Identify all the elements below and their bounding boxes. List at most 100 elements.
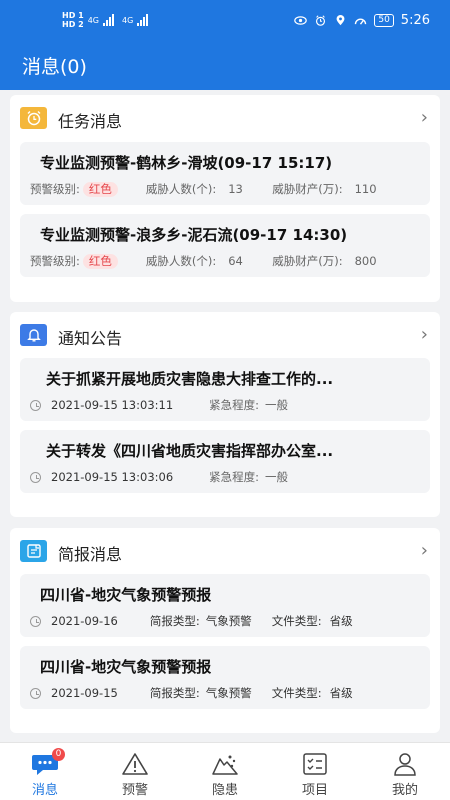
- speed-icon: [355, 18, 367, 25]
- notice-time: 2021-09-15 13:03:11: [51, 398, 174, 412]
- status-bar-left: HD 1 HD 2 4G 4G: [62, 11, 149, 29]
- chevron-right-icon[interactable]: ›: [421, 540, 428, 561]
- task-section-header[interactable]: 任务消息 ›: [10, 95, 440, 141]
- location-icon: [336, 15, 345, 26]
- network-label-1: 4G: [87, 15, 99, 25]
- task-item-title: 专业监测预警-鹤林乡-滑坡(09-17 15:17): [40, 154, 333, 172]
- notice-item-title: 关于转发《四川省地质灾害指挥部办公室...: [46, 442, 334, 460]
- tab-hazard[interactable]: 隐患: [180, 743, 270, 800]
- chevron-right-icon[interactable]: ›: [421, 324, 428, 345]
- urgency-label: 紧急程度:: [209, 470, 260, 484]
- notice-section-title: 通知公告: [58, 329, 123, 348]
- tab-label: 预警: [121, 783, 148, 798]
- brief-item-meta: 2021-09-15 简报类型: 气象预警 文件类型: 省级: [30, 685, 353, 701]
- signal-icon: [137, 14, 149, 26]
- alarm-clock-icon: [20, 107, 47, 129]
- brief-item-title: 四川省-地灾气象预警预报: [40, 586, 212, 604]
- threat-property-value: 110: [354, 182, 377, 196]
- notice-item[interactable]: 关于转发《四川省地质灾害指挥部办公室... 2021-09-15 13:03:0…: [20, 430, 430, 493]
- warning-level-label: 预警级别:: [30, 182, 80, 196]
- bell-icon: [20, 324, 47, 346]
- brief-card: 简报消息 › 四川省-地灾气象预警预报 2021-09-16 简报类型: 气象预…: [10, 528, 440, 733]
- tab-label: 项目: [301, 783, 328, 798]
- file-type-label: 文件类型:: [271, 614, 322, 628]
- file-type-value: 省级: [329, 614, 353, 628]
- report-icon: [20, 540, 47, 562]
- chevron-right-icon[interactable]: ›: [421, 107, 428, 128]
- task-item[interactable]: 专业监测预警-浪多乡-泥石流(09-17 14:30) 预警级别: 红色 威胁人…: [20, 214, 430, 277]
- brief-item[interactable]: 四川省-地灾气象预警预报 2021-09-15 简报类型: 气象预警 文件类型:…: [20, 646, 430, 709]
- clock-icon: [30, 471, 41, 483]
- urgency-value: 一般: [265, 398, 289, 412]
- file-type-label: 文件类型:: [271, 686, 322, 700]
- signal-icon: [102, 14, 114, 26]
- threat-property-label: 威胁财产(万):: [272, 254, 343, 268]
- brief-item[interactable]: 四川省-地灾气象预警预报 2021-09-16 简报类型: 气象预警 文件类型:…: [20, 574, 430, 637]
- bottom-tab-bar: 0 消息 预警 隐患 项目 我的: [0, 742, 450, 800]
- urgency-label: 紧急程度:: [209, 398, 260, 412]
- brief-type-value: 气象预警: [205, 686, 252, 700]
- warning-level-label: 预警级别:: [30, 254, 80, 268]
- task-section-title: 任务消息: [58, 112, 123, 131]
- notice-item-meta: 2021-09-15 13:03:11 紧急程度: 一般: [30, 397, 288, 413]
- task-item[interactable]: 专业监测预警-鹤林乡-滑坡(09-17 15:17) 预警级别: 红色 威胁人数…: [20, 142, 430, 205]
- clock-time: 5:26: [400, 13, 430, 28]
- warning-icon: [122, 753, 148, 775]
- task-item-meta: 预警级别: 红色 威胁人数(个): 64 威胁财产(万): 800: [30, 253, 377, 269]
- notice-time: 2021-09-15 13:03:06: [51, 470, 174, 484]
- threat-people-value: 64: [228, 254, 243, 268]
- alarm-icon: [316, 15, 326, 26]
- eye-icon: [294, 16, 308, 25]
- brief-item-meta: 2021-09-16 简报类型: 气象预警 文件类型: 省级: [30, 613, 353, 629]
- network-label-2: 4G: [121, 15, 134, 25]
- unread-badge: 0: [52, 748, 65, 761]
- threat-people-label: 威胁人数(个):: [145, 254, 217, 268]
- notice-card: 通知公告 › 关于抓紧开展地质灾害隐患大排查工作的... 2021-09-15 …: [10, 312, 440, 517]
- hd1-label: HD 1: [62, 11, 84, 20]
- notice-item-meta: 2021-09-15 13:03:06 紧急程度: 一般: [30, 469, 288, 485]
- clock-icon: [30, 615, 41, 627]
- tab-label: 我的: [391, 783, 418, 798]
- status-bar: HD 1 HD 2 4G 4G 50 5:26: [0, 0, 450, 42]
- app-header: HD 1 HD 2 4G 4G 50 5:26 消息(0): [0, 0, 450, 90]
- notice-item[interactable]: 关于抓紧开展地质灾害隐患大排查工作的... 2021-09-15 13:03:1…: [20, 358, 430, 421]
- hd2-label: HD 2: [62, 20, 84, 29]
- message-list[interactable]: 任务消息 › 专业监测预警-鹤林乡-滑坡(09-17 15:17) 预警级别: …: [0, 90, 450, 742]
- warning-level-badge: 红色: [82, 253, 118, 269]
- notice-section-header[interactable]: 通知公告 ›: [10, 312, 440, 358]
- brief-item-title: 四川省-地灾气象预警预报: [40, 658, 212, 676]
- threat-property-value: 800: [354, 254, 377, 268]
- clock-icon: [30, 687, 41, 699]
- tab-label: 隐患: [211, 783, 238, 798]
- tab-messages[interactable]: 0 消息: [0, 743, 90, 800]
- status-bar-right: 50 5:26: [294, 13, 430, 28]
- threat-people-label: 威胁人数(个):: [145, 182, 217, 196]
- notice-item-title: 关于抓紧开展地质灾害隐患大排查工作的...: [46, 370, 334, 388]
- tab-label: 消息: [31, 783, 58, 798]
- page-title: 消息(0): [22, 56, 87, 78]
- task-item-title: 专业监测预警-浪多乡-泥石流(09-17 14:30): [40, 226, 348, 244]
- brief-type-value: 气象预警: [205, 614, 252, 628]
- threat-people-value: 13: [228, 182, 243, 196]
- tab-warning[interactable]: 预警: [90, 743, 180, 800]
- tab-profile[interactable]: 我的: [360, 743, 450, 800]
- brief-date: 2021-09-15: [51, 686, 118, 700]
- urgency-value: 一般: [265, 470, 289, 484]
- warning-level-badge: 红色: [82, 181, 118, 197]
- brief-type-label: 简报类型:: [149, 686, 200, 700]
- clock-icon: [30, 399, 41, 411]
- hazard-icon: [212, 755, 238, 775]
- brief-section-title: 简报消息: [58, 545, 123, 564]
- brief-section-header[interactable]: 简报消息 ›: [10, 528, 440, 574]
- file-type-value: 省级: [329, 686, 353, 700]
- project-icon: [303, 753, 327, 775]
- tab-project[interactable]: 项目: [270, 743, 360, 800]
- task-item-meta: 预警级别: 红色 威胁人数(个): 13 威胁财产(万): 110: [30, 181, 377, 197]
- task-message-card: 任务消息 › 专业监测预警-鹤林乡-滑坡(09-17 15:17) 预警级别: …: [10, 95, 440, 302]
- user-icon: [394, 753, 416, 776]
- threat-property-label: 威胁财产(万):: [272, 182, 343, 196]
- brief-type-label: 简报类型:: [149, 614, 200, 628]
- battery-icon: 50: [374, 14, 394, 27]
- brief-date: 2021-09-16: [51, 614, 118, 628]
- hd-indicators: HD 1 HD 2: [62, 11, 84, 29]
